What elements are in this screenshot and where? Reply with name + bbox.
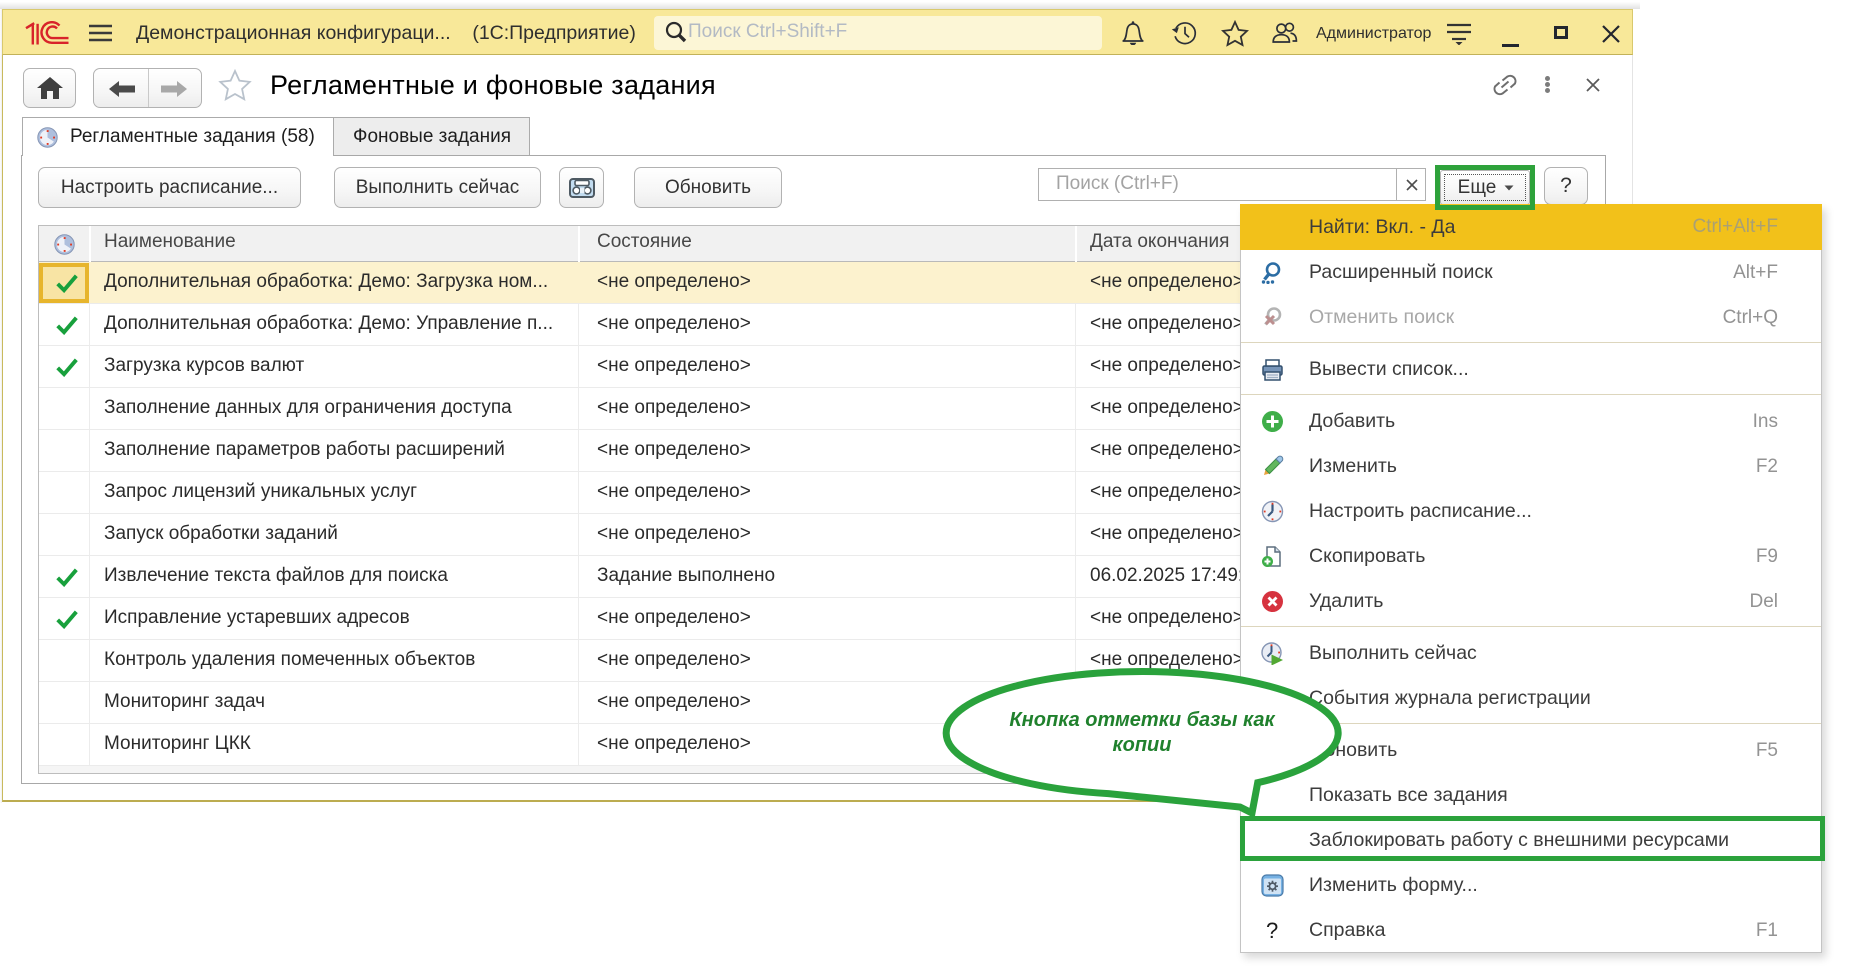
svg-text:копии: копии bbox=[1112, 734, 1171, 756]
svg-text:Кнопка отметки базы как: Кнопка отметки базы как bbox=[1009, 709, 1275, 731]
